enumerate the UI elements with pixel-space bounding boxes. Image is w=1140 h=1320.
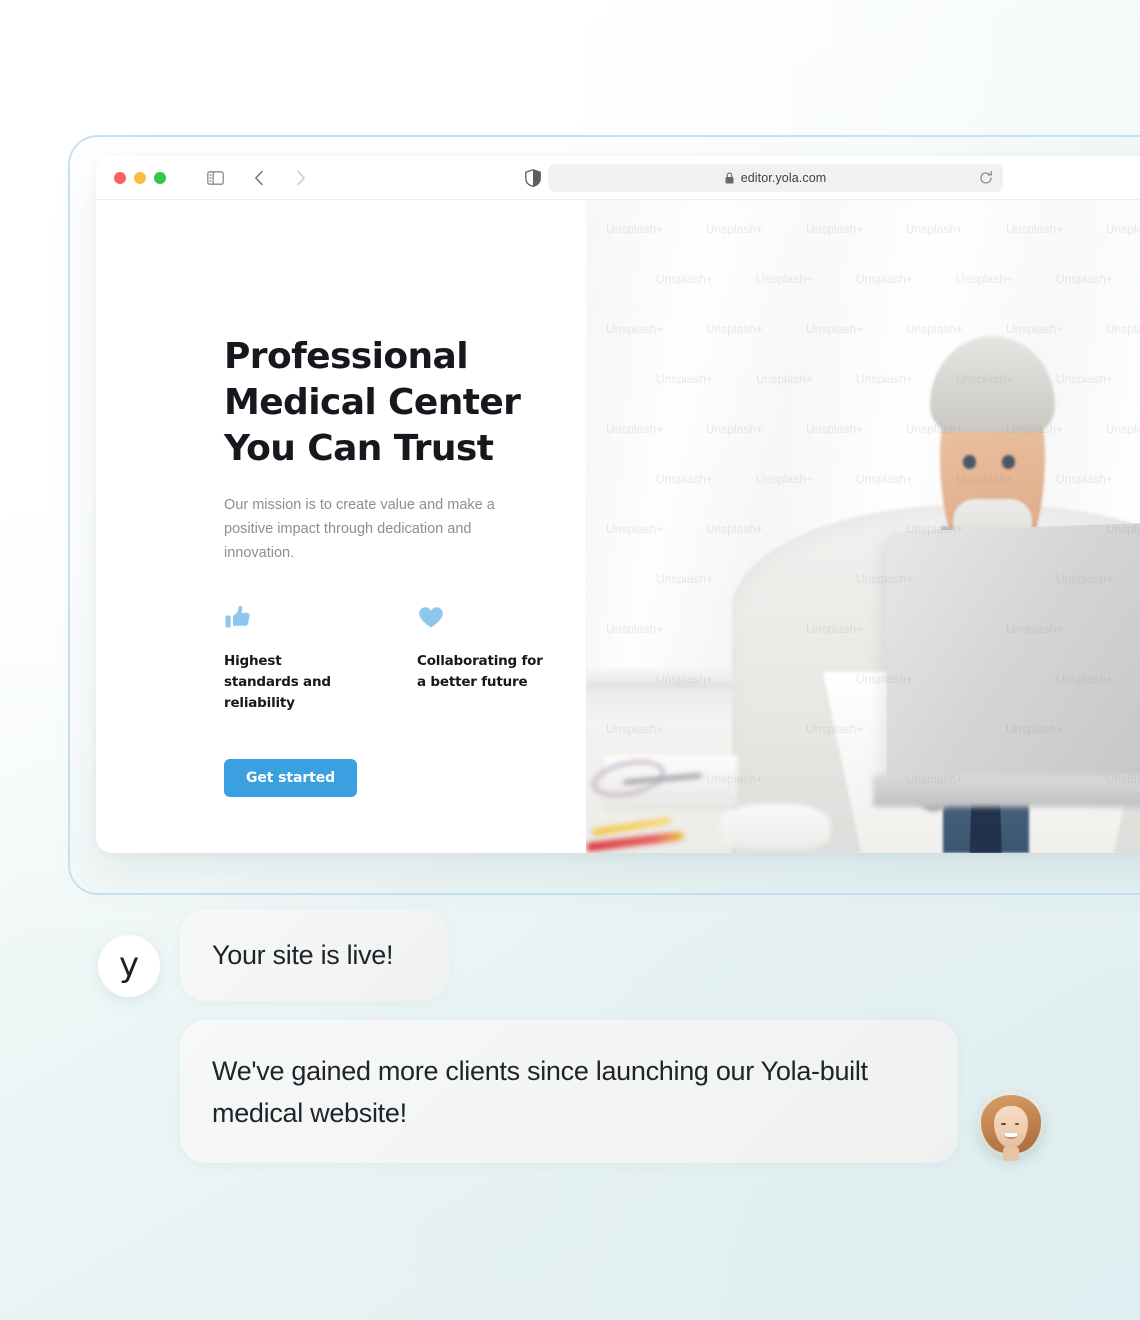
chevron-right-icon[interactable] xyxy=(288,165,314,191)
hero-photo: Unsplash+ Unsplash+ Unsplash+ Unsplash+ … xyxy=(586,200,1140,853)
chat-bubble-testimonial: We've gained more clients since launchin… xyxy=(180,1020,958,1163)
feature-item-collaboration: Collaborating for a better future xyxy=(417,603,547,714)
page-background: editor.yola.com Professional Medical Cen… xyxy=(0,0,1140,1320)
address-bar[interactable]: editor.yola.com xyxy=(548,164,1003,192)
brand-avatar: y xyxy=(98,935,160,997)
feature-label: Collaborating for a better future xyxy=(417,653,543,690)
zoom-window-button[interactable] xyxy=(154,171,166,184)
avatar-neck xyxy=(1002,1147,1020,1161)
laptop xyxy=(886,521,1140,794)
eye-right xyxy=(1002,455,1016,469)
reader-mode-icon[interactable] xyxy=(520,165,546,191)
feature-item-standards: Highest standards and reliability xyxy=(224,603,354,714)
paper-sheet xyxy=(720,804,830,850)
reload-icon[interactable] xyxy=(979,171,993,185)
get-started-button[interactable]: Get started xyxy=(224,759,358,797)
customer-avatar xyxy=(976,1091,1046,1161)
close-window-button[interactable] xyxy=(114,171,126,184)
sidebar-toggle-icon[interactable] xyxy=(202,165,228,191)
traffic-lights xyxy=(114,171,166,184)
navigation-controls xyxy=(202,165,314,191)
hair xyxy=(929,336,1055,433)
hero-copy-column: Professional Medical Center You Can Trus… xyxy=(96,200,586,853)
site-preview: Professional Medical Center You Can Trus… xyxy=(96,200,1140,853)
lock-icon xyxy=(725,172,734,184)
chat-message-text: Your site is live! xyxy=(212,939,394,970)
hero-image: Unsplash+ Unsplash+ Unsplash+ Unsplash+ … xyxy=(586,200,1140,853)
thumbs-up-icon xyxy=(224,603,354,633)
laptop-base xyxy=(872,774,1140,808)
avatar-eye-left xyxy=(1001,1122,1007,1125)
minimize-window-button[interactable] xyxy=(134,171,146,184)
yola-logo-icon: y xyxy=(118,945,140,985)
chevron-left-icon[interactable] xyxy=(246,165,272,191)
browser-toolbar: editor.yola.com xyxy=(96,156,1140,200)
chat-message-text: We've gained more clients since launchin… xyxy=(212,1056,868,1128)
heart-icon xyxy=(417,603,547,633)
feature-label: Highest standards and reliability xyxy=(224,653,331,711)
feature-list: Highest standards and reliability Collab… xyxy=(224,603,586,714)
hero-subcopy: Our mission is to create value and make … xyxy=(224,497,495,561)
chat-bubble-status: Your site is live! xyxy=(180,909,449,1001)
eye-left xyxy=(962,455,976,469)
url-text: editor.yola.com xyxy=(740,171,827,185)
browser-window: editor.yola.com Professional Medical Cen… xyxy=(96,156,1140,853)
page-title: Professional Medical Center You Can Trus… xyxy=(224,336,521,469)
